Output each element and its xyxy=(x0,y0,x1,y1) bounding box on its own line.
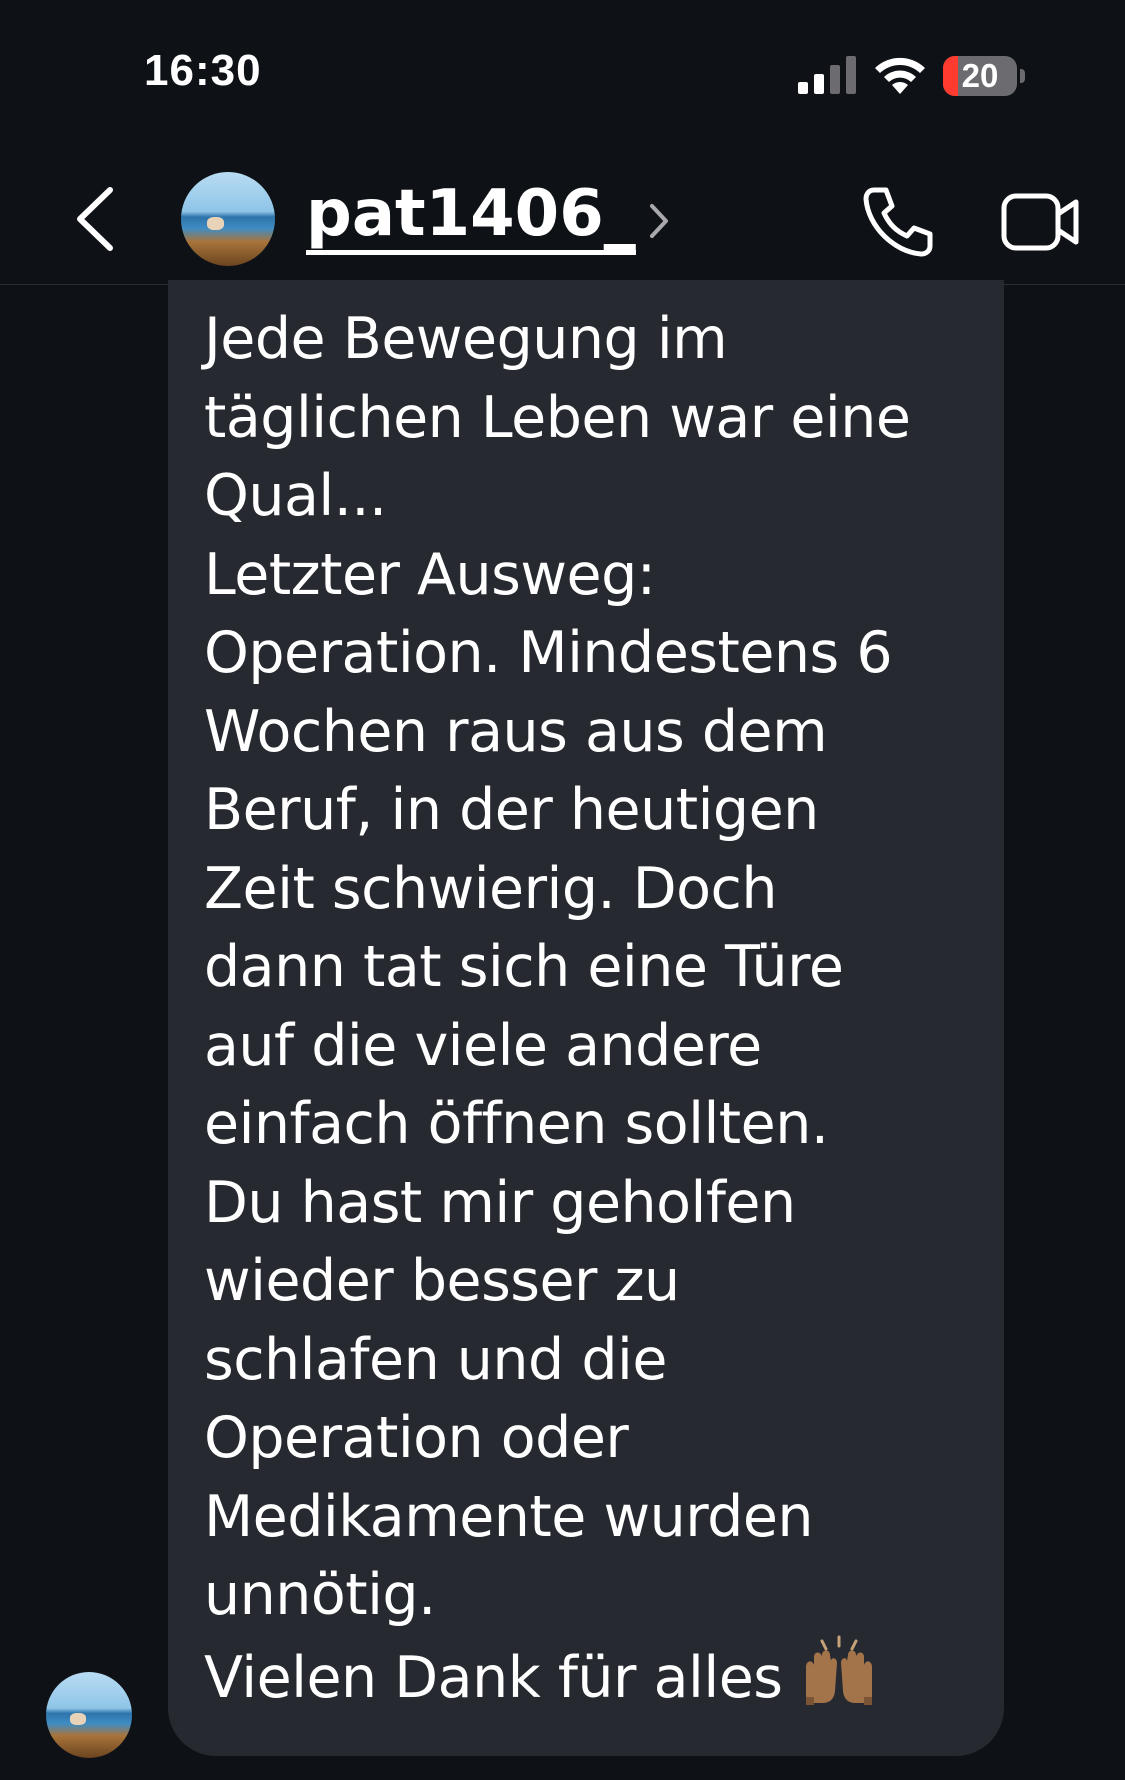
chevron-left-icon[interactable] xyxy=(70,184,122,254)
message-text-container: Jede Bewegung im täglichen Leben war ein… xyxy=(204,300,994,1717)
message-text: Jede Bewegung im täglichen Leben war ein… xyxy=(204,306,911,1711)
phone-icon[interactable] xyxy=(860,184,936,260)
sender-avatar[interactable] xyxy=(46,1672,132,1758)
username[interactable]: pat1406_ xyxy=(306,178,636,255)
status-time: 16:30 xyxy=(144,46,262,95)
profile-avatar[interactable] xyxy=(181,172,275,266)
battery-level: 20 xyxy=(961,57,999,94)
video-camera-icon[interactable] xyxy=(1000,190,1082,254)
battery-indicator: 20 xyxy=(943,56,1027,96)
cellular-signal-icon xyxy=(798,56,856,94)
chevron-right-icon[interactable] xyxy=(648,202,670,240)
battery-nub xyxy=(1020,69,1025,83)
chat-header: pat1406_ xyxy=(0,140,1125,285)
battery-body: 20 xyxy=(943,56,1017,96)
raising-hands-emoji-icon xyxy=(806,1635,873,1705)
wifi-icon xyxy=(875,57,925,94)
